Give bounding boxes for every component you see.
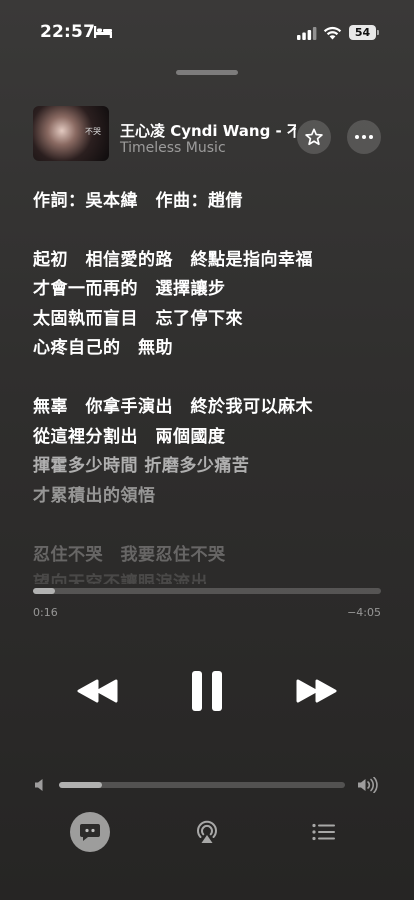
lyric-line[interactable]: 揮霍多少時間 折磨多少痛苦 (33, 451, 249, 476)
battery-indicator: 54 (349, 25, 379, 40)
star-icon (305, 128, 323, 146)
wifi-icon (323, 26, 342, 40)
volume-level-fill (59, 782, 102, 788)
album-artwork[interactable]: 不哭 (33, 106, 109, 161)
more-options-button[interactable] (347, 120, 381, 154)
lyric-line[interactable]: 起初 相信愛的路 終點是指向幸福 (33, 245, 313, 270)
lyrics-view[interactable]: 作詞：吳本緯 作曲：趙倩 起初 相信愛的路 終點是指向幸福 才會一而再的 選擇讓… (33, 184, 393, 584)
lyric-line[interactable]: 作詞：吳本緯 作曲：趙倩 (33, 186, 243, 211)
now-playing-header: 不哭 王心凌 Cyndi Wang - 不是我不哭 Timeless Music (0, 104, 414, 164)
bed-icon (94, 26, 112, 38)
volume-slider[interactable] (59, 782, 345, 788)
time-remaining: −4:05 (347, 606, 381, 619)
artwork-caption: 不哭 (85, 127, 101, 136)
fast-forward-button[interactable] (288, 670, 344, 712)
lyric-line[interactable]: 才累積出的領悟 (33, 481, 156, 506)
lyric-line[interactable]: 心疼自己的 無助 (33, 333, 173, 358)
status-bar: 22:57 54 (0, 0, 414, 60)
lyric-line[interactable]: 望向天空不讓眼淚流出 (33, 568, 208, 584)
track-title-container: 王心凌 Cyndi Wang - 不是我不哭 (120, 120, 296, 141)
lyric-line[interactable]: 無辜 你拿手演出 終於我可以麻木 (33, 392, 313, 417)
lyrics-icon (80, 824, 100, 841)
lyrics-button[interactable] (70, 812, 110, 852)
more-icon (355, 135, 373, 139)
status-time: 22:57 (40, 22, 96, 42)
playback-scrubber[interactable] (33, 588, 381, 594)
lyric-line[interactable]: 才會一而再的 選擇讓步 (33, 274, 226, 299)
volume-high-icon (358, 777, 378, 793)
track-title: 王心凌 Cyndi Wang - 不是我不哭 (120, 122, 296, 140)
airplay-button[interactable] (191, 816, 223, 848)
playback-progress-fill (33, 588, 55, 594)
pause-button[interactable] (180, 664, 234, 718)
time-elapsed: 0:16 (33, 606, 58, 619)
sheet-grabber[interactable] (176, 70, 238, 75)
volume-low-icon (35, 779, 43, 791)
rewind-button[interactable] (70, 670, 126, 712)
forward-icon (296, 679, 337, 703)
rewind-icon (77, 679, 118, 703)
track-album: Timeless Music (120, 140, 226, 156)
lyric-line[interactable]: 從這裡分割出 兩個國度 (33, 422, 226, 447)
queue-button[interactable] (310, 818, 338, 846)
lyric-line[interactable]: 太固執而盲目 忘了停下來 (33, 304, 243, 329)
lyric-line[interactable]: 忍住不哭 我要忍住不哭 (33, 540, 226, 565)
airplay-icon (197, 820, 217, 843)
signal-icon (297, 27, 317, 40)
favorite-button[interactable] (297, 120, 331, 154)
pause-icon (192, 671, 222, 711)
queue-icon (312, 823, 335, 841)
